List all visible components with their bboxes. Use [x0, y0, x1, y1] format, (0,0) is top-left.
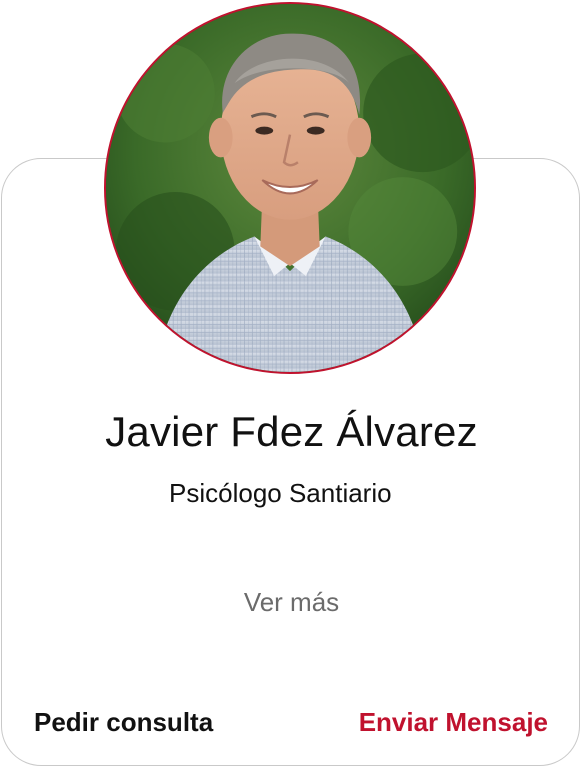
- request-appointment-button[interactable]: Pedir consulta: [34, 707, 213, 738]
- see-more-link[interactable]: Ver más: [0, 587, 583, 618]
- profile-card-container: Javier Fdez Álvarez Psicólogo Santiario …: [0, 0, 583, 770]
- profile-name: Javier Fdez Álvarez: [105, 408, 478, 455]
- avatar: [104, 2, 476, 374]
- avatar-photo: [106, 4, 474, 372]
- send-message-button[interactable]: Enviar Mensaje: [359, 707, 548, 738]
- profile-title: Psicólogo Santiario: [169, 478, 392, 508]
